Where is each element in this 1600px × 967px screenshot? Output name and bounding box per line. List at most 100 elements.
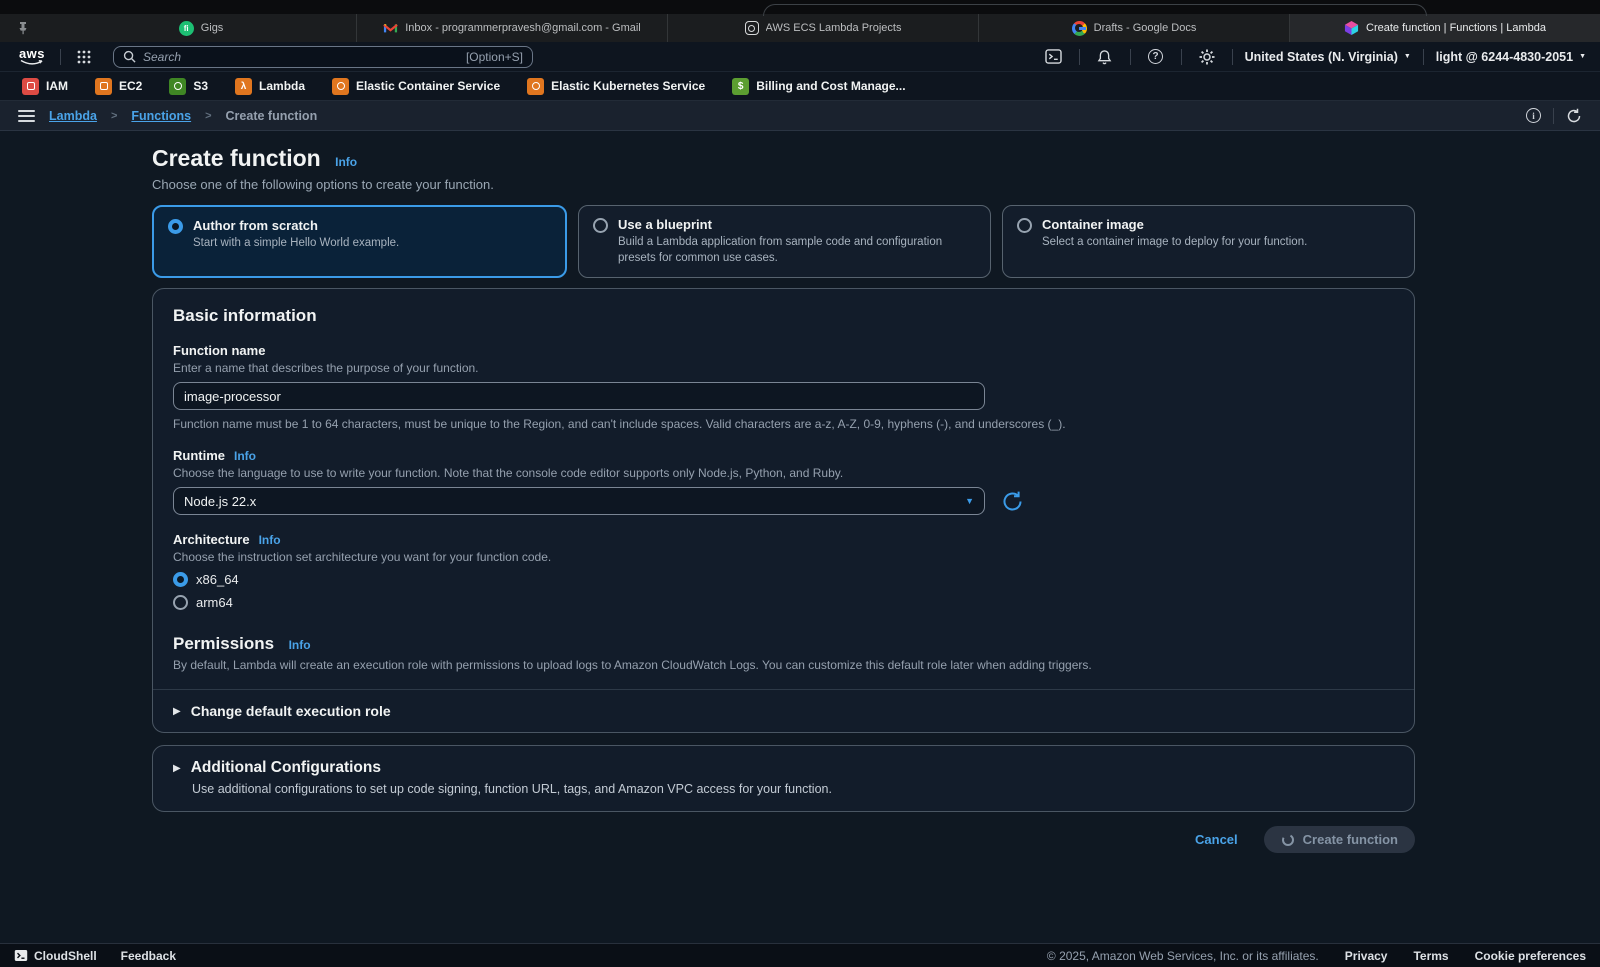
- option-use-a-blueprint[interactable]: Use a blueprint Build a Lambda applicati…: [578, 205, 991, 278]
- divider: [60, 49, 61, 65]
- favorite-lambda[interactable]: λ Lambda: [235, 78, 305, 95]
- additional-configurations-description: Use additional configurations to set up …: [192, 782, 1394, 796]
- cloudshell-icon[interactable]: [1041, 46, 1067, 68]
- create-function-label: Create function: [1303, 832, 1398, 847]
- function-name-label: Function name: [173, 343, 265, 358]
- region-label: United States (N. Virginia): [1245, 50, 1398, 64]
- page-title: Create function: [152, 145, 321, 171]
- architecture-option-x86[interactable]: x86_64: [173, 571, 1394, 587]
- breadcrumb-separator: >: [111, 110, 117, 122]
- architecture-info-link[interactable]: Info: [259, 533, 281, 547]
- breadcrumb-bar: Lambda > Functions > Create function i: [0, 101, 1600, 131]
- option-description: Select a container image to deploy for y…: [1042, 235, 1307, 251]
- breadcrumb-lambda[interactable]: Lambda: [49, 109, 97, 123]
- feedback-button[interactable]: Feedback: [121, 949, 176, 963]
- account-label: light @ 6244-4830-2051: [1436, 50, 1573, 64]
- favorite-s3[interactable]: S3: [169, 78, 208, 95]
- divider: [1423, 49, 1424, 65]
- architecture-label: Architecture: [173, 532, 250, 547]
- account-menu[interactable]: light @ 6244-4830-2051 ▼: [1436, 50, 1586, 64]
- option-title: Use a blueprint: [618, 217, 976, 232]
- favorite-eks[interactable]: Elastic Kubernetes Service: [527, 78, 705, 95]
- function-name-input[interactable]: [173, 382, 985, 410]
- browser-tab-ecs-projects[interactable]: AWS ECS Lambda Projects: [668, 14, 979, 42]
- additional-configurations-panel: ▶ Additional Configurations Use addition…: [152, 745, 1415, 812]
- browser-tab-gmail[interactable]: Inbox - programmerpravesh@gmail.com - Gm…: [357, 14, 668, 42]
- cloudshell-label: CloudShell: [34, 949, 97, 963]
- architecture-option-label: x86_64: [196, 572, 239, 587]
- runtime-refresh-icon[interactable]: [1001, 490, 1024, 513]
- main-content: Create function Info Choose one of the f…: [0, 131, 1600, 943]
- browser-tab-bar: fi Gigs Inbox - programmerpravesh@gmail.…: [0, 14, 1600, 42]
- radio-icon[interactable]: [593, 218, 608, 233]
- function-name-description: Enter a name that describes the purpose …: [173, 361, 1394, 375]
- cloudshell-footer-button[interactable]: CloudShell: [14, 949, 97, 963]
- settings-gear-icon[interactable]: [1194, 46, 1220, 68]
- hamburger-menu-icon[interactable]: [18, 110, 35, 122]
- eks-service-icon: [527, 78, 544, 95]
- form-actions: Cancel Create function: [152, 826, 1415, 853]
- function-name-constraint: Function name must be 1 to 64 characters…: [173, 417, 1394, 431]
- region-selector[interactable]: United States (N. Virginia) ▼: [1245, 50, 1411, 64]
- title-info-link[interactable]: Info: [335, 155, 357, 169]
- runtime-info-link[interactable]: Info: [234, 449, 256, 463]
- architecture-description: Choose the instruction set architecture …: [173, 550, 1394, 564]
- architecture-option-arm64[interactable]: arm64: [173, 594, 1394, 610]
- lambda-cube-icon: [1344, 20, 1359, 36]
- favorite-billing[interactable]: $ Billing and Cost Manage...: [732, 78, 905, 95]
- favorite-ec2[interactable]: EC2: [95, 78, 142, 95]
- additional-configurations-expander[interactable]: ▶ Additional Configurations: [173, 759, 1394, 777]
- site-badge-icon: [745, 21, 759, 35]
- runtime-selected-value: Node.js 22.x: [184, 494, 256, 509]
- create-function-button[interactable]: Create function: [1264, 826, 1415, 853]
- browser-tab-google-docs[interactable]: Drafts - Google Docs: [979, 14, 1290, 42]
- iam-service-icon: [22, 78, 39, 95]
- divider: [1181, 49, 1182, 65]
- permissions-info-link[interactable]: Info: [289, 638, 311, 652]
- option-title: Author from scratch: [193, 218, 399, 233]
- search-input[interactable]: Search [Option+S]: [113, 46, 533, 68]
- google-icon: [1072, 21, 1087, 36]
- terms-link[interactable]: Terms: [1413, 949, 1448, 963]
- apps-grid-icon[interactable]: [71, 46, 97, 68]
- divider: [1232, 49, 1233, 65]
- radio-icon[interactable]: [1017, 218, 1032, 233]
- change-execution-role-expander[interactable]: ▶ Change default execution role: [153, 689, 1414, 732]
- page-header: Create function Info Choose one of the f…: [152, 145, 1415, 192]
- favorite-ecs[interactable]: Elastic Container Service: [332, 78, 500, 95]
- runtime-label: Runtime: [173, 448, 225, 463]
- history-refresh-icon[interactable]: [1566, 108, 1582, 124]
- info-panel-icon[interactable]: i: [1526, 108, 1541, 123]
- notifications-bell-icon[interactable]: [1092, 46, 1118, 68]
- search-icon: [123, 50, 136, 63]
- browser-tab-gigs[interactable]: fi Gigs: [46, 14, 357, 42]
- favorite-label: IAM: [46, 79, 68, 93]
- cookie-preferences-link[interactable]: Cookie preferences: [1475, 949, 1586, 963]
- feedback-label: Feedback: [121, 949, 176, 963]
- expander-label: Additional Configurations: [191, 759, 381, 777]
- runtime-select[interactable]: Node.js 22.x ▼: [173, 487, 985, 515]
- favorite-label: Billing and Cost Manage...: [756, 79, 905, 93]
- favorite-label: Lambda: [259, 79, 305, 93]
- tab-title: Gigs: [201, 22, 224, 34]
- cancel-button[interactable]: Cancel: [1195, 832, 1238, 847]
- favorite-iam[interactable]: IAM: [22, 78, 68, 95]
- radio-icon[interactable]: [173, 595, 188, 610]
- aws-logo[interactable]: aws: [14, 48, 50, 66]
- option-author-from-scratch[interactable]: Author from scratch Start with a simple …: [152, 205, 567, 278]
- radio-selected-icon[interactable]: [168, 219, 183, 234]
- breadcrumb-functions[interactable]: Functions: [131, 109, 191, 123]
- favorite-label: S3: [193, 79, 208, 93]
- permissions-title: Permissions: [173, 634, 274, 653]
- ec2-service-icon: [95, 78, 112, 95]
- privacy-link[interactable]: Privacy: [1345, 949, 1388, 963]
- pin-icon[interactable]: [0, 14, 46, 42]
- browser-tab-lambda-active[interactable]: Create function | Functions | Lambda: [1290, 14, 1600, 42]
- radio-selected-icon[interactable]: [173, 572, 188, 587]
- expander-label: Change default execution role: [191, 703, 391, 719]
- divider: [1553, 108, 1554, 124]
- tab-title: AWS ECS Lambda Projects: [766, 22, 902, 34]
- option-container-image[interactable]: Container image Select a container image…: [1002, 205, 1415, 278]
- search-placeholder: Search: [143, 50, 459, 64]
- help-icon[interactable]: ?: [1143, 46, 1169, 68]
